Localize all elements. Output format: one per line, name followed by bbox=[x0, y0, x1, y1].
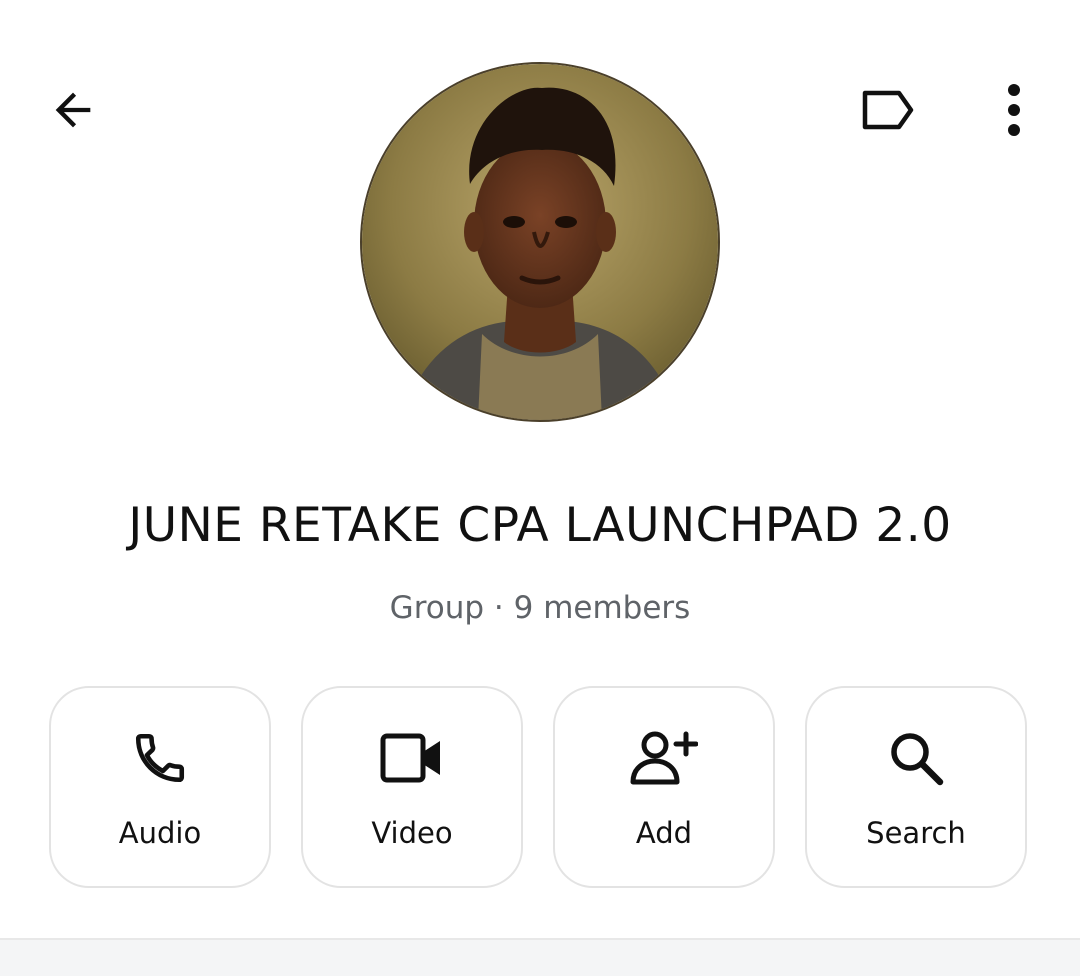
audio-call-button[interactable]: Audio bbox=[49, 686, 271, 888]
add-label: Add bbox=[635, 816, 693, 850]
add-member-button[interactable]: Add bbox=[553, 686, 775, 888]
group-avatar[interactable] bbox=[360, 62, 720, 422]
search-icon bbox=[807, 726, 1025, 790]
avatar-portrait-image bbox=[362, 64, 718, 420]
search-button[interactable]: Search bbox=[805, 686, 1027, 888]
label-tag-icon bbox=[862, 90, 914, 130]
group-member-count: Group · 9 members bbox=[389, 590, 691, 626]
phone-icon bbox=[51, 726, 269, 790]
more-vert-icon bbox=[1008, 84, 1020, 136]
label-button[interactable] bbox=[847, 70, 927, 150]
video-label: Video bbox=[371, 816, 453, 850]
add-person-icon bbox=[555, 726, 773, 790]
action-buttons-row: Audio Video Add Search bbox=[49, 686, 1031, 892]
search-label: Search bbox=[866, 816, 966, 850]
arrow-left-icon bbox=[55, 92, 91, 128]
more-options-button[interactable] bbox=[974, 70, 1054, 150]
video-call-button[interactable]: Video bbox=[301, 686, 523, 888]
audio-label: Audio bbox=[118, 816, 202, 850]
video-camera-icon bbox=[303, 726, 521, 790]
group-name: JUNE RETAKE CPA LAUNCHPAD 2.0 bbox=[128, 498, 952, 553]
back-button[interactable] bbox=[33, 70, 113, 150]
section-divider bbox=[0, 938, 1080, 976]
